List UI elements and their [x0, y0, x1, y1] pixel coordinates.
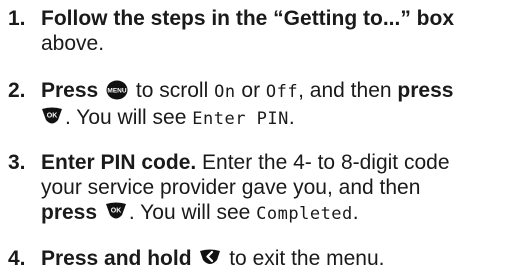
step-number: 4. [8, 247, 26, 270]
screen-text-completed: Completed [256, 204, 353, 224]
step-4-text-2: to exit the menu. [223, 247, 385, 270]
step-3-text-2: your service provider gave you, and then [41, 176, 421, 199]
ok-key-icon: OK [41, 107, 63, 127]
menu-key-label: MENU [107, 88, 126, 95]
step-2-text: to scroll [130, 79, 215, 102]
end-key-icon [199, 248, 221, 268]
step-1-continuation: above. [41, 32, 105, 55]
step-3-text: Enter the 4- to 8-digit code [196, 151, 450, 174]
step-number: 2. [8, 79, 26, 102]
step-number: 3. [8, 151, 26, 174]
screen-text-enter-pin: Enter PIN [192, 109, 289, 129]
press-label: press [41, 201, 98, 224]
step-number: 1. [8, 7, 26, 30]
step-2-text-3: . You will see [65, 106, 193, 129]
or-text: or [235, 79, 266, 102]
step-2-text-2: , and then [298, 79, 398, 102]
step-4-text: Press and hold [41, 247, 192, 270]
option-on: On [214, 82, 236, 102]
ok-key-icon: OK [105, 202, 127, 222]
press-label: press [397, 79, 454, 102]
option-off: Off [265, 82, 299, 102]
step-1-text: Follow the steps in the “Getting to...” … [41, 7, 454, 30]
ok-key-label: OK [111, 208, 122, 215]
press-label: Press [41, 79, 99, 102]
period: . [288, 106, 295, 129]
period: . [352, 201, 359, 224]
menu-key-icon: MENU [106, 80, 128, 100]
step-3-title: Enter PIN code. [41, 151, 197, 174]
ok-key-label: OK [47, 113, 58, 120]
step-3-text-3: . You will see [128, 201, 257, 224]
